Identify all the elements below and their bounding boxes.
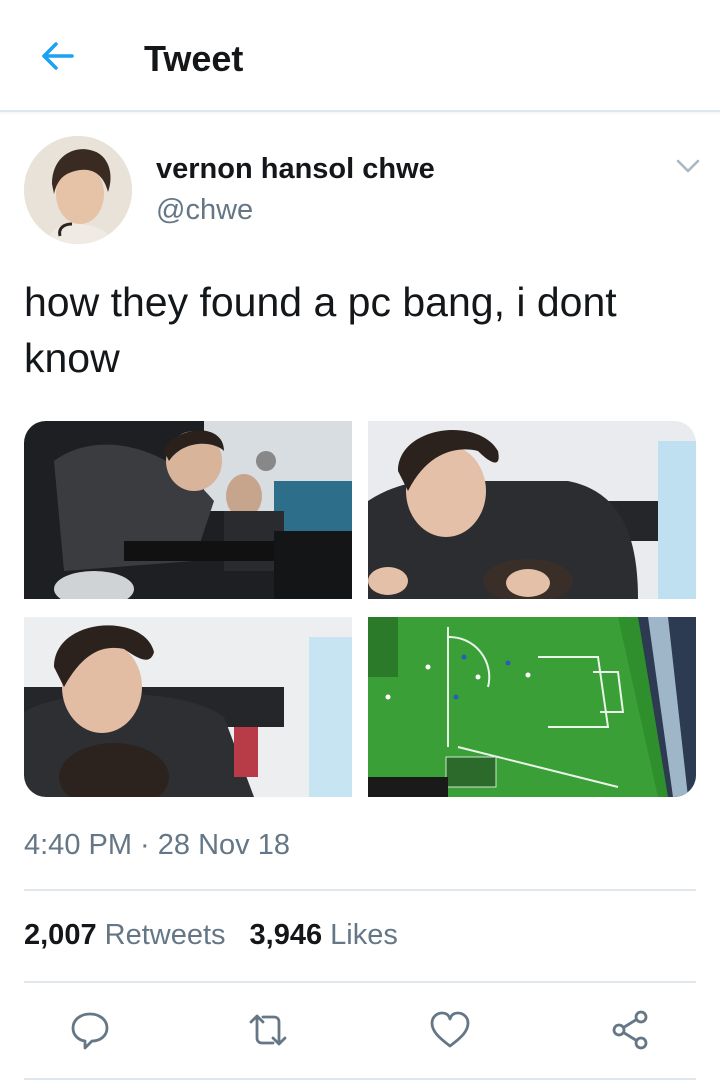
- chevron-down-icon: [676, 159, 700, 173]
- retweets-stat[interactable]: 2,007 Retweets: [24, 919, 226, 951]
- engagement-stats: 2,007 Retweets 3,946 Likes: [24, 919, 398, 952]
- author-display-name[interactable]: vernon hansol chwe: [156, 153, 435, 186]
- photo-man-leaning-forward[interactable]: [368, 421, 696, 599]
- tweet-timestamp: 4:40 PM · 28 Nov 18: [24, 829, 290, 861]
- likes-stat[interactable]: 3,946 Likes: [250, 919, 398, 951]
- reply-icon: [71, 1012, 109, 1050]
- top-bar: Tweet: [0, 0, 720, 112]
- arrow-left-icon: [42, 42, 74, 70]
- reply-button[interactable]: [68, 1008, 112, 1052]
- retweets-count: 2,007: [24, 919, 97, 951]
- avatar[interactable]: [24, 136, 132, 244]
- divider: [24, 1078, 696, 1080]
- photo-soccer-game-screen[interactable]: [368, 617, 696, 797]
- retweet-button[interactable]: [246, 1008, 290, 1052]
- likes-label: Likes: [330, 919, 398, 951]
- share-icon: [612, 1010, 648, 1050]
- like-icon: [430, 1011, 470, 1048]
- likes-count: 3,946: [249, 919, 323, 951]
- author-handle[interactable]: @chwe: [156, 194, 253, 227]
- divider: [24, 981, 696, 983]
- avatar-photo: [24, 136, 132, 244]
- tweet-text: how they found a pc bang, i dont know: [24, 279, 617, 381]
- divider: [24, 889, 696, 891]
- share-button[interactable]: [608, 1008, 652, 1052]
- back-button[interactable]: [32, 36, 80, 76]
- retweet-icon: [249, 1014, 287, 1046]
- tweet-menu-button[interactable]: [672, 150, 704, 182]
- page-title: Tweet: [144, 38, 244, 79]
- media-grid: [24, 421, 696, 797]
- photo-people-at-pc-bang[interactable]: [24, 421, 352, 599]
- like-button[interactable]: [428, 1008, 472, 1052]
- retweets-label: Retweets: [104, 919, 226, 951]
- photo-man-behind-friend[interactable]: [24, 617, 352, 797]
